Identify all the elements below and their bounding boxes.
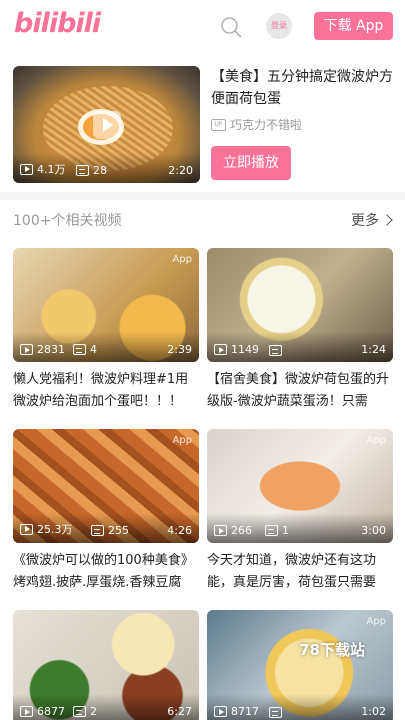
app-tag: App bbox=[366, 435, 386, 446]
danmaku-icon bbox=[73, 344, 86, 355]
danmaku-icon bbox=[73, 706, 86, 717]
video-duration: 6:27 bbox=[167, 705, 192, 718]
danmaku-icon bbox=[269, 345, 282, 356]
view-count: 1149 bbox=[214, 343, 259, 356]
danmaku-count: 1 bbox=[265, 524, 289, 537]
bilibili-logo[interactable]: bilibili bbox=[14, 8, 101, 39]
danmaku-count-value: 255 bbox=[108, 524, 129, 537]
related-videos-heading: 100+个相关视频 bbox=[13, 213, 122, 229]
top-bar: bilibili 登录 下载 App bbox=[0, 0, 405, 52]
app-tag: App bbox=[172, 254, 192, 265]
more-label: 更多 bbox=[351, 213, 379, 229]
play-count-icon bbox=[214, 525, 227, 536]
play-count-icon bbox=[20, 163, 33, 175]
danmaku-icon bbox=[265, 525, 278, 536]
danmaku-icon bbox=[269, 707, 282, 718]
video-card[interactable]: 6877 2 6:27 bbox=[13, 610, 199, 720]
section-divider bbox=[0, 192, 405, 200]
view-count: 8717 bbox=[214, 705, 259, 718]
danmaku-count: 28 bbox=[76, 164, 107, 177]
download-app-button[interactable]: 下载 App bbox=[314, 12, 393, 40]
play-count-icon bbox=[20, 344, 33, 355]
view-count: 2831 bbox=[20, 343, 65, 356]
play-count-icon bbox=[20, 706, 33, 717]
featured-author[interactable]: UP 巧克力不错啦 bbox=[211, 116, 302, 133]
login-button[interactable]: 登录 bbox=[266, 13, 292, 39]
featured-title[interactable]: 【美食】五分钟搞定微波炉方便面荷包蛋 bbox=[211, 66, 393, 110]
video-card[interactable]: App 2831 4 2:39 懒人党福利！微波炉料理#1用微波炉给泡面加个蛋吧… bbox=[13, 248, 199, 413]
danmaku-count-value: 2 bbox=[90, 705, 97, 718]
video-thumbnail[interactable]: App 266 1 3:00 bbox=[207, 429, 393, 543]
video-card[interactable]: App 8717 1:02 bbox=[207, 610, 393, 720]
view-count: 25.3万 bbox=[20, 521, 73, 537]
video-duration: 1:24 bbox=[361, 343, 386, 356]
view-count-value: 2831 bbox=[37, 343, 65, 356]
danmaku-count bbox=[269, 345, 286, 356]
video-duration: 2:39 bbox=[167, 343, 192, 356]
video-card[interactable]: 1149 1:24 【宿舍美食】微波炉荷包蛋的升级版-微波炉蔬菜蛋汤！只需要..… bbox=[207, 248, 393, 413]
play-count-icon bbox=[20, 523, 33, 535]
chevron-right-icon bbox=[381, 214, 393, 226]
video-thumbnail[interactable]: App 25.3万 255 4:26 bbox=[13, 429, 199, 543]
app-tag: App bbox=[366, 616, 386, 627]
video-title[interactable]: 【宿舍美食】微波炉荷包蛋的升级版-微波炉蔬菜蛋汤！只需要... bbox=[207, 369, 393, 413]
danmaku-icon bbox=[91, 525, 104, 536]
video-thumbnail[interactable]: App 2831 4 2:39 bbox=[13, 248, 199, 362]
up-badge-icon: UP bbox=[211, 118, 226, 131]
video-title[interactable]: 懒人党福利！微波炉料理#1用微波炉给泡面加个蛋吧！！！ bbox=[13, 369, 199, 413]
danmaku-icon bbox=[76, 165, 89, 176]
video-thumbnail[interactable]: 1149 1:24 bbox=[207, 248, 393, 362]
featured-video: 4.1万 28 2:20 【美食】五分钟搞定微波炉方便面荷包蛋 UP 巧克力不错… bbox=[0, 52, 405, 192]
video-thumbnail[interactable]: 6877 2 6:27 bbox=[13, 610, 199, 720]
danmaku-count-value: 4 bbox=[90, 343, 97, 356]
danmaku-count bbox=[269, 707, 286, 718]
view-count: 266 bbox=[214, 524, 252, 537]
author-name: 巧克力不错啦 bbox=[230, 118, 303, 132]
video-title[interactable]: 《微波炉可以做的100种美食》烤鸡翅.披萨.厚蛋烧.香辣豆腐 bbox=[13, 550, 199, 594]
featured-thumbnail[interactable]: 4.1万 28 2:20 bbox=[13, 66, 200, 183]
more-link[interactable]: 更多 bbox=[351, 210, 393, 230]
video-duration: 2:20 bbox=[168, 164, 193, 177]
view-count: 6877 bbox=[20, 705, 65, 718]
view-count-value: 4.1万 bbox=[37, 163, 66, 176]
view-count-value: 266 bbox=[231, 524, 252, 537]
watermark: 78下载站 bbox=[299, 641, 365, 659]
view-count: 4.1万 bbox=[20, 161, 66, 177]
video-thumbnail[interactable]: App 8717 1:02 bbox=[207, 610, 393, 720]
video-card[interactable]: App 266 1 3:00 今天才知道，微波炉还有这功能，真是厉害，荷包蛋只需… bbox=[207, 429, 393, 594]
danmaku-count: 4 bbox=[73, 343, 97, 356]
danmaku-count-value: 28 bbox=[93, 164, 107, 177]
video-title[interactable]: 今天才知道，微波炉还有这功能，真是厉害，荷包蛋只需要1... bbox=[207, 550, 393, 594]
danmaku-count: 255 bbox=[91, 524, 129, 537]
play-count-icon bbox=[214, 344, 227, 355]
search-icon[interactable] bbox=[220, 16, 242, 38]
view-count-value: 6877 bbox=[37, 705, 65, 718]
play-count-icon bbox=[214, 706, 227, 717]
video-duration: 3:00 bbox=[361, 524, 386, 537]
view-count-value: 8717 bbox=[231, 705, 259, 718]
danmaku-count: 2 bbox=[73, 705, 97, 718]
video-card[interactable]: App 25.3万 255 4:26 《微波炉可以做的100种美食》烤鸡翅.披萨… bbox=[13, 429, 199, 594]
danmaku-count-value: 1 bbox=[282, 524, 289, 537]
play-now-button[interactable]: 立即播放 bbox=[211, 146, 291, 180]
play-icon[interactable] bbox=[93, 111, 121, 139]
video-duration: 1:02 bbox=[361, 705, 386, 718]
app-tag: App bbox=[172, 435, 192, 446]
view-count-value: 25.3万 bbox=[37, 523, 73, 536]
view-count-value: 1149 bbox=[231, 343, 259, 356]
video-duration: 4:26 bbox=[167, 524, 192, 537]
